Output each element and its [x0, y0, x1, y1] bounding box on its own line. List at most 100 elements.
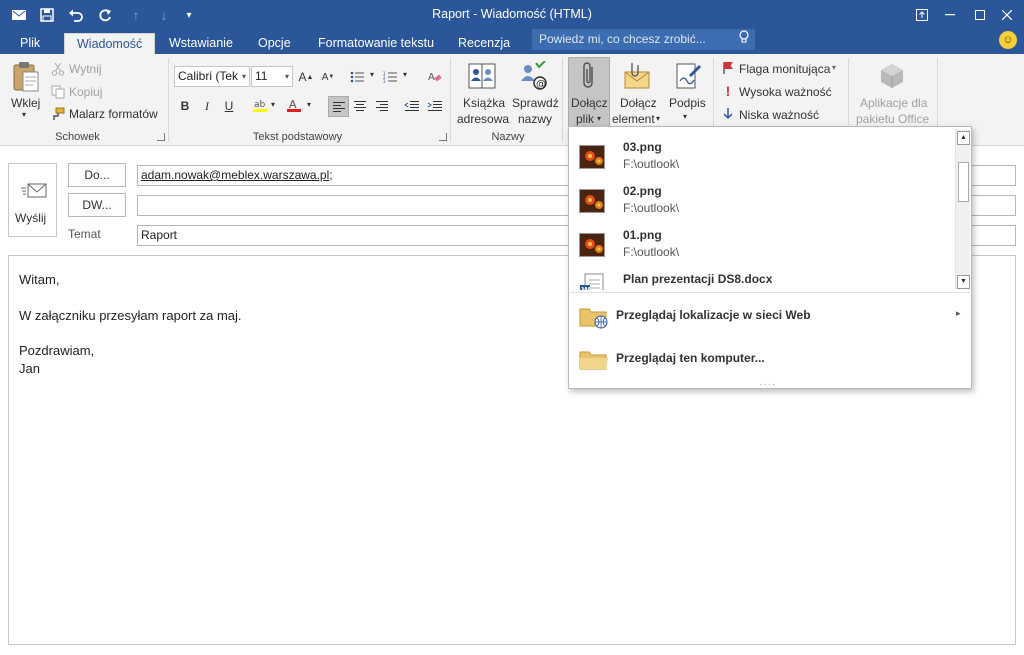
- submenu-arrow-icon: ▸: [956, 308, 961, 318]
- tab-message[interactable]: Wiadomość: [64, 33, 156, 54]
- paste-button[interactable]: Wklej: [11, 96, 40, 110]
- attach-item-button-line2: element: [612, 112, 655, 126]
- check-names-button[interactable]: Sprawdź: [512, 96, 559, 110]
- group-separator: [450, 58, 451, 142]
- numbering-icon[interactable]: 123: [381, 68, 399, 86]
- follow-up-dropdown-icon[interactable]: ▾: [832, 63, 836, 72]
- window-title: Raport - Wiadomość (HTML): [432, 7, 592, 21]
- recent-file-item[interactable]: W Plan prezentacji DS8.docx: [570, 259, 954, 290]
- recent-file-item[interactable]: 01.png F:\outlook\: [570, 215, 954, 259]
- paperclip-icon: [576, 60, 602, 92]
- low-importance-button[interactable]: Niska ważność: [739, 108, 819, 122]
- highlight-dropdown-icon[interactable]: ▾: [271, 100, 275, 109]
- recent-file-path: F:\outlook\: [623, 157, 680, 171]
- ribbon-display-options-icon[interactable]: [910, 4, 934, 26]
- address-book-icon[interactable]: [465, 60, 499, 92]
- attach-file-dropdown-icon: ▾: [597, 114, 602, 123]
- bold-button[interactable]: B: [176, 97, 194, 115]
- office-addins-button-line2: pakietu Office: [856, 112, 930, 126]
- minimize-icon[interactable]: [938, 4, 962, 26]
- font-name-combo[interactable]: Calibri (Tek ▾: [174, 66, 250, 87]
- recent-file-name: 03.png: [623, 140, 662, 154]
- word-document-icon: W: [579, 273, 605, 290]
- tab-format-text[interactable]: Formatowanie tekstu: [306, 33, 446, 54]
- recent-files-list: 03.png F:\outlook\ 02.png F:\outlook\ 01…: [570, 128, 954, 290]
- recent-file-item[interactable]: 03.png F:\outlook\: [570, 128, 954, 171]
- font-size-value: 11: [255, 69, 268, 83]
- svg-text:W: W: [582, 286, 591, 290]
- clear-formatting-icon[interactable]: A: [426, 68, 444, 86]
- address-book-button[interactable]: Książka: [463, 96, 505, 110]
- signature-dropdown-icon[interactable]: ▾: [683, 112, 687, 121]
- browse-this-pc-item[interactable]: Przeglądaj ten komputer...: [570, 342, 970, 376]
- bullets-dropdown-icon[interactable]: ▾: [370, 70, 374, 79]
- body-greeting: Witam,: [19, 272, 60, 287]
- feedback-smiley-icon[interactable]: ☺: [999, 31, 1017, 49]
- paste-icon[interactable]: [11, 60, 41, 94]
- tab-insert[interactable]: Wstawianie: [157, 33, 245, 54]
- highlight-icon[interactable]: ab: [251, 96, 269, 114]
- subject-label: Temat: [68, 227, 101, 241]
- resize-grip-icon[interactable]: ····: [759, 379, 776, 390]
- basic-text-launcher-icon[interactable]: [439, 133, 447, 141]
- scroll-up-icon[interactable]: ▲: [957, 131, 970, 145]
- attach-item-icon[interactable]: [621, 60, 653, 92]
- attach-item-dropdown-icon[interactable]: ▾: [656, 114, 660, 123]
- svg-text:ab: ab: [254, 100, 266, 110]
- group-label-names: Nazwy: [491, 131, 525, 143]
- office-addins-icon[interactable]: [877, 60, 907, 92]
- office-addins-button[interactable]: Aplikacje dla: [860, 96, 927, 110]
- maximize-icon[interactable]: [968, 4, 992, 26]
- group-label-basic-text: Tekst podstawowy: [252, 131, 343, 143]
- signature-button[interactable]: Podpis: [669, 96, 706, 110]
- close-icon[interactable]: [995, 4, 1019, 26]
- align-right-icon[interactable]: [373, 97, 391, 115]
- group-separator: [562, 58, 563, 142]
- increase-indent-icon[interactable]: [426, 97, 444, 115]
- attach-item-button[interactable]: Dołącz: [620, 96, 657, 110]
- clipboard-launcher-icon[interactable]: [157, 133, 165, 141]
- svg-text:3: 3: [383, 79, 386, 83]
- tab-file[interactable]: Plik: [8, 33, 52, 54]
- check-names-icon[interactable]: @: [518, 60, 550, 92]
- scroll-down-icon[interactable]: ▼: [957, 275, 970, 289]
- align-center-icon[interactable]: [351, 97, 369, 115]
- decrease-indent-icon[interactable]: [403, 97, 421, 115]
- browse-web-label: Przeglądaj lokalizacje w sieci Web: [616, 308, 811, 322]
- tab-options[interactable]: Opcje: [246, 33, 303, 54]
- copy-button[interactable]: Kopiuj: [69, 85, 102, 99]
- format-painter-icon: [51, 107, 65, 121]
- format-painter-button[interactable]: Malarz formatów: [69, 107, 158, 121]
- follow-up-button[interactable]: Flaga monitująca: [739, 62, 830, 76]
- body-text: W załączniku przesyłam raport za maj.: [19, 308, 242, 323]
- recent-file-item[interactable]: 02.png F:\outlook\: [570, 171, 954, 215]
- cc-button[interactable]: DW...: [68, 193, 126, 217]
- shrink-font-icon[interactable]: A ▼: [319, 68, 337, 86]
- cut-button[interactable]: Wytnij: [69, 62, 102, 76]
- browse-pc-label: Przeglądaj ten komputer...: [616, 351, 765, 365]
- italic-button[interactable]: I: [198, 97, 216, 115]
- grow-font-icon[interactable]: A ▲: [297, 68, 315, 86]
- font-color-icon[interactable]: A: [285, 96, 303, 114]
- scroll-thumb[interactable]: [958, 162, 969, 202]
- align-left-icon[interactable]: [328, 96, 349, 117]
- send-button[interactable]: Wyślij: [8, 163, 57, 237]
- recent-file-path: F:\outlook\: [623, 245, 680, 259]
- signature-icon[interactable]: [673, 60, 703, 92]
- to-button[interactable]: Do...: [68, 163, 126, 187]
- paste-dropdown-arrow-icon[interactable]: ▾: [22, 110, 26, 119]
- numbering-dropdown-icon[interactable]: ▾: [403, 70, 407, 79]
- font-size-combo[interactable]: 11 ▾: [251, 66, 293, 87]
- attach-file-label: Dołącz: [571, 96, 608, 110]
- underline-button[interactable]: U: [220, 97, 238, 115]
- address-book-button-line2: adresowa: [457, 112, 510, 126]
- high-importance-button[interactable]: Wysoka ważność: [739, 85, 832, 99]
- svg-text:A: A: [428, 72, 435, 83]
- font-color-dropdown-icon[interactable]: ▾: [307, 100, 311, 109]
- bullets-icon[interactable]: [348, 68, 366, 86]
- browse-web-locations-item[interactable]: Przeglądaj lokalizacje w sieci Web ▸: [570, 299, 970, 333]
- tell-me-search[interactable]: Powiedz mi, co chcesz zrobić...: [532, 29, 755, 50]
- tab-review[interactable]: Recenzja: [446, 33, 522, 54]
- recent-files-scrollbar[interactable]: ▲ ▼: [955, 129, 970, 289]
- lightbulb-icon: [739, 29, 749, 50]
